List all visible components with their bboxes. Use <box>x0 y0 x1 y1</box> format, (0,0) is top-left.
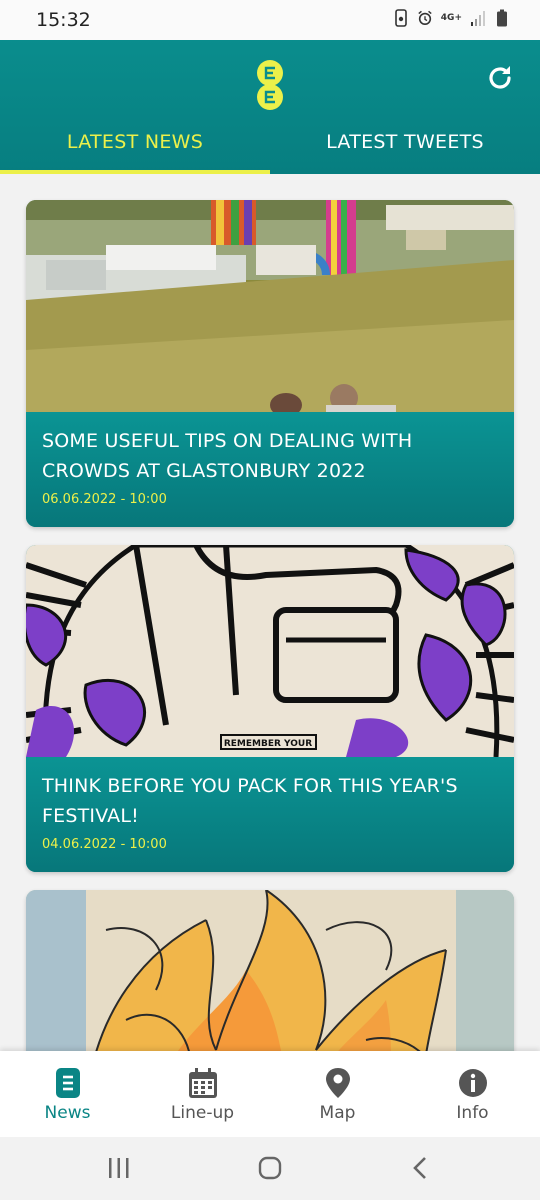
nav-label: Info <box>456 1103 489 1123</box>
home-icon[interactable] <box>255 1155 285 1181</box>
card-caption: THINK BEFORE YOU PACK FOR THIS YEAR'S FE… <box>26 757 514 872</box>
card-title: THINK BEFORE YOU PACK FOR THIS YEAR'S FE… <box>42 775 458 827</box>
news-card[interactable] <box>26 890 514 1051</box>
tab-latest-news[interactable]: LATEST NEWS <box>0 124 270 174</box>
news-card[interactable]: SOME USEFUL TIPS ON DEALING WITH CROWDS … <box>26 200 514 527</box>
status-icons: 4G+ <box>393 9 510 27</box>
status-bar: 15:32 4G+ <box>0 0 540 40</box>
bottom-navigation: News Line-up Map Info <box>0 1051 540 1137</box>
lock-screen-icon <box>394 9 407 27</box>
nav-news[interactable]: News <box>0 1051 135 1137</box>
alarm-icon <box>418 10 432 26</box>
flame-painting-image <box>26 890 514 1051</box>
nav-map[interactable]: Map <box>270 1051 405 1137</box>
tab-bar: LATEST NEWS LATEST TWEETS <box>0 124 540 174</box>
status-time: 15:32 <box>36 9 91 31</box>
news-card[interactable]: REMEMBER YOUR THINK BEFORE YOU PACK FOR … <box>26 545 514 872</box>
map-pin-icon <box>325 1068 350 1098</box>
refresh-icon[interactable] <box>484 62 516 94</box>
recent-apps-icon[interactable] <box>104 1155 134 1181</box>
card-caption: SOME USEFUL TIPS ON DEALING WITH CROWDS … <box>26 412 514 527</box>
calendar-icon <box>188 1068 217 1098</box>
backpack-illustration-image: REMEMBER YOUR <box>26 545 514 757</box>
network-type: 4G+ <box>440 12 462 23</box>
card-date: 06.06.2022 - 10:00 <box>42 492 167 507</box>
news-feed[interactable]: SOME USEFUL TIPS ON DEALING WITH CROWDS … <box>0 174 540 1051</box>
nav-label: Map <box>319 1103 356 1123</box>
news-icon <box>55 1068 80 1098</box>
image-caption: REMEMBER YOUR <box>224 739 312 749</box>
app-header: LATEST NEWS LATEST TWEETS <box>0 40 540 174</box>
info-icon <box>458 1069 487 1097</box>
festival-crowd-image <box>26 200 514 412</box>
system-navigation <box>0 1137 540 1200</box>
ee-logo <box>257 60 283 110</box>
back-icon[interactable] <box>406 1155 436 1181</box>
nav-info[interactable]: Info <box>405 1051 540 1137</box>
nav-label: Line-up <box>170 1103 235 1123</box>
battery-icon <box>497 9 507 27</box>
card-date: 04.06.2022 - 10:00 <box>42 837 167 852</box>
signal-icon <box>471 11 485 26</box>
card-title: SOME USEFUL TIPS ON DEALING WITH CROWDS … <box>42 430 413 482</box>
tab-latest-tweets[interactable]: LATEST TWEETS <box>270 124 540 174</box>
nav-line-up[interactable]: Line-up <box>135 1051 270 1137</box>
nav-label: News <box>44 1103 91 1123</box>
